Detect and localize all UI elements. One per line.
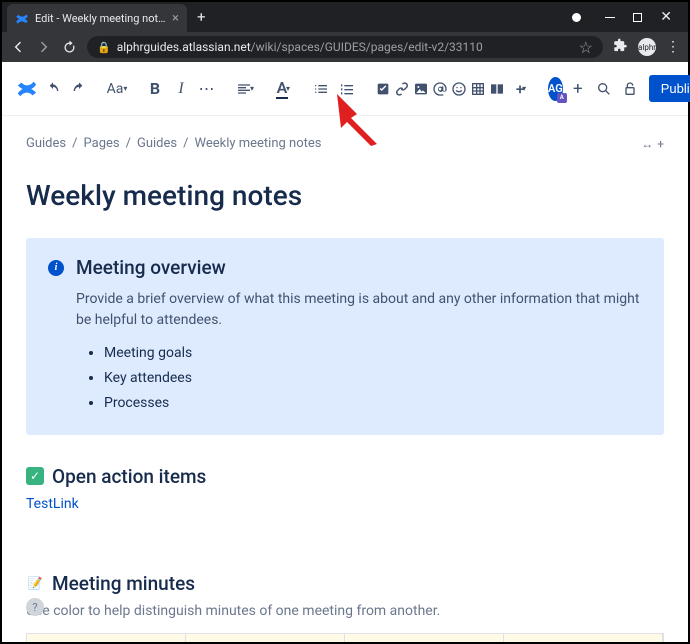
panel-title: Meeting overview bbox=[76, 256, 226, 279]
window-close-icon[interactable]: ✕ bbox=[660, 9, 672, 25]
text-style-dropdown[interactable]: Aa▾ bbox=[106, 75, 128, 103]
mention-button[interactable] bbox=[431, 75, 449, 103]
browser-tab[interactable]: Edit - Weekly meeting notes - Gu × bbox=[7, 4, 187, 32]
breadcrumb-item[interactable]: Guides bbox=[137, 136, 177, 151]
window-controls: ✕ bbox=[572, 9, 688, 25]
minutes-section[interactable]: 📝 Meeting minutes Use color to help dist… bbox=[26, 572, 664, 642]
link-button[interactable] bbox=[393, 75, 411, 103]
breadcrumb-item[interactable]: Guides bbox=[26, 136, 66, 151]
new-tab-button[interactable]: + bbox=[197, 8, 206, 26]
bold-button[interactable]: B bbox=[144, 75, 166, 103]
more-formatting-button[interactable]: ⋯ bbox=[196, 75, 218, 103]
memo-icon: 📝 bbox=[26, 574, 44, 592]
text-color-dropdown[interactable]: A▾ bbox=[272, 75, 294, 103]
section-title: Open action items bbox=[52, 465, 206, 488]
info-panel[interactable]: i Meeting overview Provide a brief overv… bbox=[26, 238, 664, 435]
breadcrumb-action-icon[interactable]: + bbox=[657, 137, 664, 151]
panel-bullet: Processes bbox=[104, 391, 642, 416]
table-button[interactable] bbox=[469, 75, 487, 103]
image-button[interactable] bbox=[412, 75, 430, 103]
back-button[interactable] bbox=[10, 39, 26, 55]
confluence-logo-icon[interactable] bbox=[16, 75, 38, 103]
page-title[interactable]: Weekly meeting notes bbox=[26, 179, 664, 212]
url-text: alphrguides.atlassian.net/wiki/spaces/GU… bbox=[117, 40, 483, 54]
italic-button[interactable]: I bbox=[170, 75, 192, 103]
breadcrumb-item[interactable]: Weekly meeting notes bbox=[194, 136, 321, 151]
profile-avatar[interactable]: alphr bbox=[638, 38, 656, 56]
insert-dropdown[interactable]: +▾ bbox=[510, 75, 532, 103]
browser-titlebar: Edit - Weekly meeting notes - Gu × + ✕ bbox=[2, 2, 688, 32]
find-replace-button[interactable] bbox=[593, 75, 615, 103]
browser-menu-icon[interactable]: ⋮ bbox=[666, 39, 680, 55]
breadcrumb: Guides/ Pages/ Guides/ Weekly meeting no… bbox=[26, 136, 664, 151]
action-items-section[interactable]: ✓ Open action items TestLink bbox=[26, 465, 664, 512]
record-indicator-icon bbox=[572, 13, 581, 22]
window-minimize-icon[interactable] bbox=[605, 17, 615, 18]
confluence-favicon bbox=[15, 11, 29, 25]
publish-button[interactable]: Publish bbox=[649, 75, 690, 102]
browser-address-bar: 🔒 alphrguides.atlassian.net/wiki/spaces/… bbox=[2, 32, 688, 62]
lock-icon: 🔒 bbox=[97, 41, 111, 54]
minutes-table[interactable] bbox=[26, 633, 664, 642]
panel-bullet: Meeting goals bbox=[104, 341, 642, 366]
numbered-list-button[interactable] bbox=[336, 75, 358, 103]
breadcrumb-action-icon[interactable]: ↔ bbox=[641, 137, 653, 151]
action-item-button[interactable] bbox=[374, 75, 392, 103]
editor-toolbar: Aa▾ B I ⋯ ▾ A▾ +▾ AGA + Publish Close ⋯ bbox=[2, 62, 688, 116]
invite-button[interactable]: + bbox=[567, 75, 589, 103]
undo-button[interactable] bbox=[42, 75, 64, 103]
alignment-dropdown[interactable]: ▾ bbox=[234, 75, 256, 103]
window-maximize-icon[interactable] bbox=[633, 13, 642, 22]
action-item-link[interactable]: TestLink bbox=[26, 496, 664, 512]
section-title: Meeting minutes bbox=[52, 572, 195, 595]
section-description: Use color to help distinguish minutes of… bbox=[26, 603, 664, 619]
reload-button[interactable] bbox=[62, 40, 77, 55]
redo-button[interactable] bbox=[68, 75, 90, 103]
info-icon: i bbox=[48, 260, 64, 276]
breadcrumb-item[interactable]: Pages bbox=[84, 136, 120, 151]
restrictions-button[interactable] bbox=[619, 75, 641, 103]
tab-close-icon[interactable]: × bbox=[172, 11, 179, 26]
help-icon[interactable]: ? bbox=[26, 598, 44, 616]
url-field[interactable]: 🔒 alphrguides.atlassian.net/wiki/spaces/… bbox=[87, 36, 603, 58]
layouts-button[interactable] bbox=[488, 75, 506, 103]
editor-content[interactable]: Guides/ Pages/ Guides/ Weekly meeting no… bbox=[2, 116, 688, 642]
panel-description: Provide a brief overview of what this me… bbox=[76, 289, 642, 331]
bullet-list-button[interactable] bbox=[310, 75, 332, 103]
star-icon[interactable]: ☆ bbox=[579, 38, 593, 57]
emoji-button[interactable] bbox=[450, 75, 468, 103]
check-icon: ✓ bbox=[26, 467, 44, 485]
extensions-icon[interactable] bbox=[613, 38, 628, 57]
panel-bullet: Key attendees bbox=[104, 366, 642, 391]
tab-title: Edit - Weekly meeting notes - Gu bbox=[35, 12, 166, 25]
user-avatar-chip[interactable]: AGA bbox=[548, 77, 563, 101]
forward-button[interactable] bbox=[36, 39, 52, 55]
